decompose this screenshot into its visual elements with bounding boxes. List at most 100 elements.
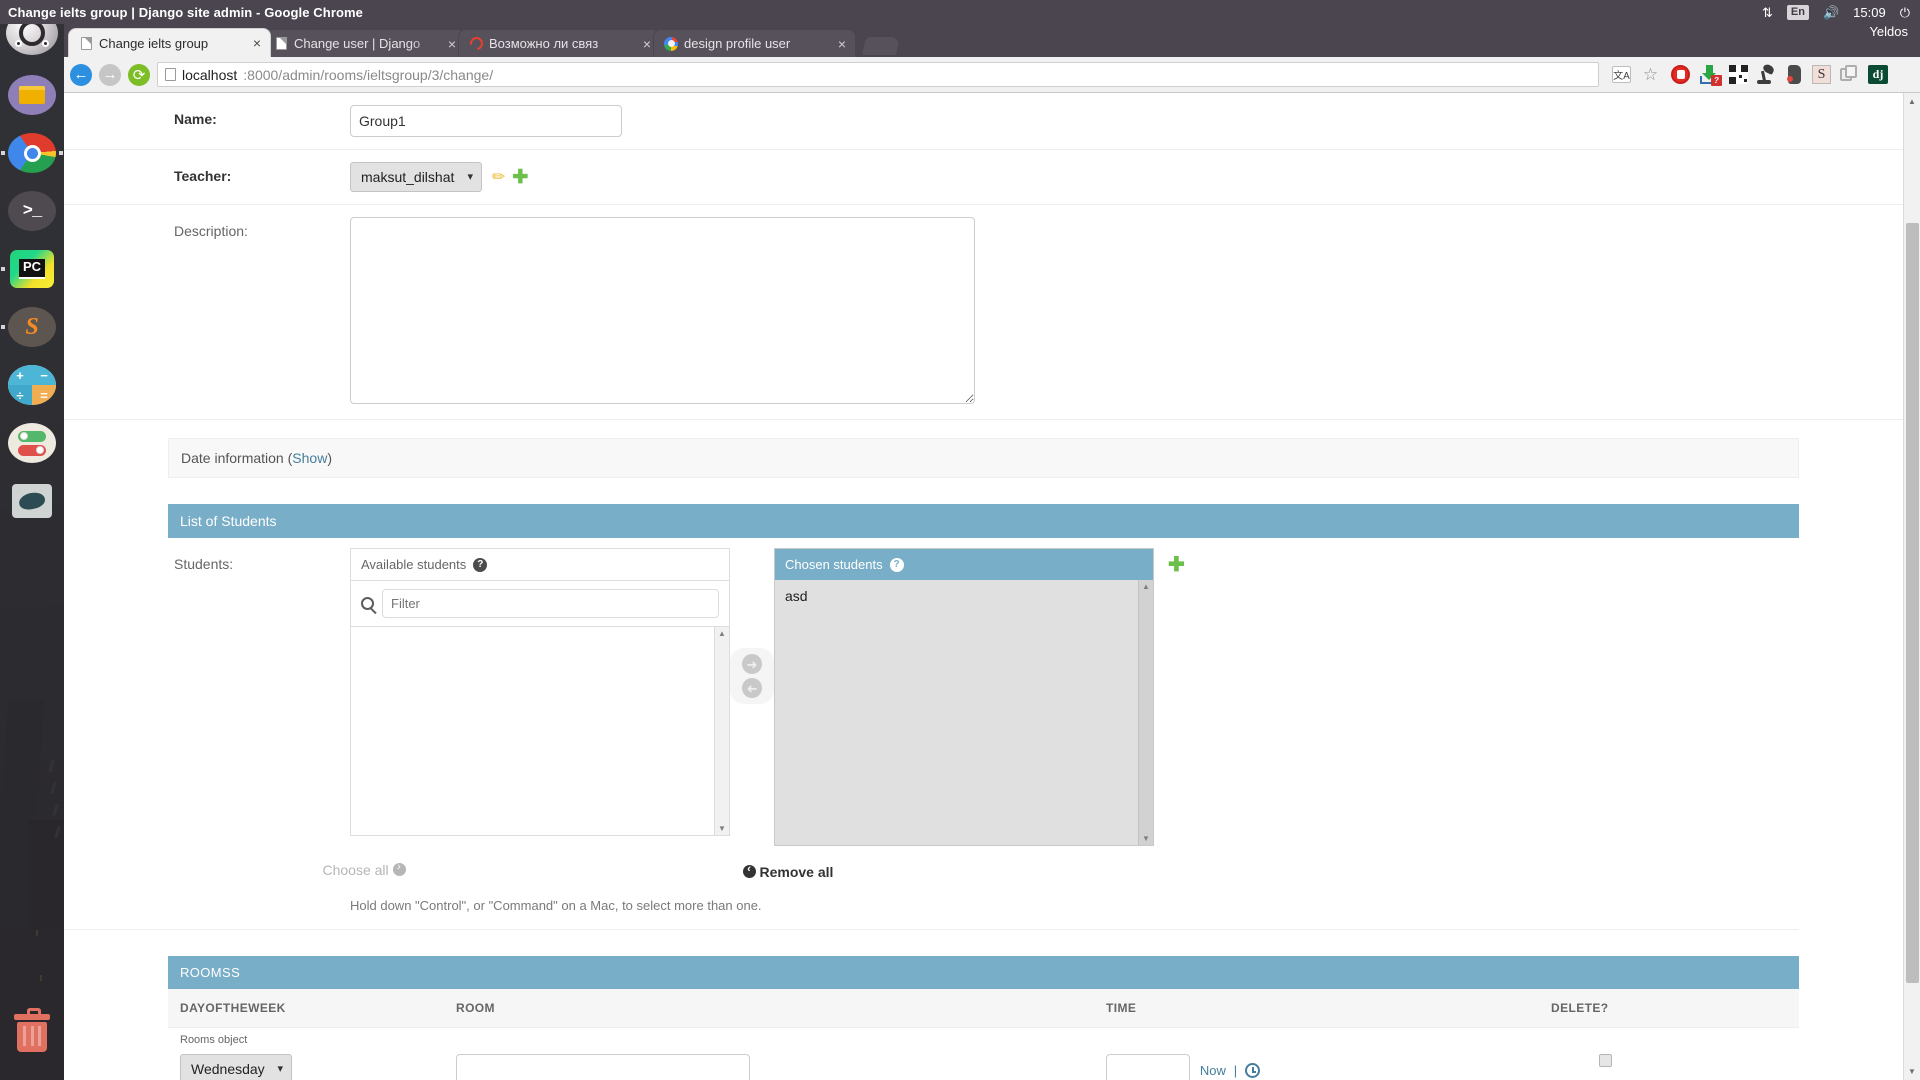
launcher-item-files[interactable]: [0, 66, 64, 124]
scroll-up-icon[interactable]: ▲: [718, 629, 726, 638]
new-tab-button[interactable]: [862, 37, 900, 55]
launcher-item-terminal[interactable]: >_: [0, 182, 64, 240]
cell-time: Now |: [1094, 1046, 1539, 1080]
launcher-item-sublime-text[interactable]: S: [0, 298, 64, 356]
tab-close-button[interactable]: ×: [640, 37, 654, 51]
clock[interactable]: 15:09: [1853, 5, 1886, 20]
column-header-room: ROOM: [444, 989, 1094, 1028]
launcher-item-amule[interactable]: [0, 472, 64, 530]
arrow-left-circle-icon[interactable]: ➜: [742, 678, 762, 698]
username-indicator[interactable]: Yeldos: [1869, 24, 1908, 39]
students-selector-row: Students: Available students ? Filter ▲ …: [64, 538, 1903, 846]
page-scrollbar[interactable]: ▲ ▼: [1903, 93, 1920, 1080]
scroll-up-icon[interactable]: ▲: [1904, 93, 1920, 110]
scroll-down-icon[interactable]: ▼: [1142, 834, 1150, 843]
clock-icon[interactable]: [1245, 1063, 1261, 1078]
launcher-running-pip: [1, 267, 5, 271]
paren-close: ): [327, 450, 332, 466]
extension-toolbar: 文A ☆ ? S dj: [1606, 63, 1914, 86]
chrome-browser-window: Change ielts group × Change user | Djang…: [64, 24, 1920, 1080]
translate-icon[interactable]: 文A: [1612, 66, 1631, 83]
scroll-up-icon[interactable]: ▲: [1142, 582, 1150, 591]
pycharm-badge: PC: [18, 258, 46, 280]
students-filter-input[interactable]: [382, 589, 719, 618]
scroll-down-icon[interactable]: ▼: [718, 824, 726, 833]
volume-icon[interactable]: 🔊: [1823, 6, 1839, 19]
table-row: Rooms object: [168, 1028, 1799, 1046]
qr-code-icon[interactable]: [1729, 65, 1748, 84]
scroll-down-icon[interactable]: ▼: [1904, 1063, 1920, 1080]
chosen-students-list[interactable]: asd ▲ ▼: [775, 580, 1153, 845]
browser-tab-1[interactable]: Change user | Django ×: [263, 29, 466, 57]
plus-icon[interactable]: ✚: [512, 166, 528, 189]
date-information-fieldset: Date information (Show): [168, 438, 1799, 478]
launcher-item-calculator[interactable]: + − ÷ =: [0, 356, 64, 414]
table-header-row: DAYOFTHEWEEK ROOM TIME DELETE?: [168, 989, 1799, 1028]
address-bar[interactable]: localhost:8000/admin/rooms/ieltsgroup/3/…: [157, 62, 1599, 87]
available-students-list[interactable]: ▲ ▼: [351, 627, 729, 835]
tab-close-button[interactable]: ×: [250, 36, 264, 50]
browser-tab-2[interactable]: Возможно ли связ ×: [458, 29, 661, 57]
chrome-icon: [8, 133, 56, 173]
list-of-students-heading: List of Students: [168, 504, 1799, 538]
tab-title: Возможно ли связ: [489, 36, 599, 51]
bookmark-star-icon[interactable]: ☆: [1640, 64, 1661, 85]
arrow-right-circle-icon[interactable]: ➜: [742, 654, 762, 674]
scrollbar-thumb[interactable]: [1906, 223, 1919, 983]
students-help-text: Hold down "Control", or "Command" on a M…: [64, 880, 1799, 930]
date-information-show-link[interactable]: Show: [292, 450, 327, 466]
power-session-icon[interactable]: ⏻: [1900, 6, 1910, 19]
system-settings-icon: [8, 423, 56, 463]
available-students-scrollbar[interactable]: ▲ ▼: [714, 627, 729, 835]
unity-launcher[interactable]: >_ PC S + − ÷ =: [0, 0, 64, 1080]
form-row-name: Name:: [64, 93, 1903, 150]
available-students-title: Available students: [361, 557, 467, 572]
name-input[interactable]: [350, 105, 622, 137]
launcher-item-pycharm[interactable]: PC: [0, 240, 64, 298]
tab-close-button[interactable]: ×: [835, 37, 849, 51]
dayoftheweek-select-wrapper[interactable]: Wednesday: [180, 1054, 292, 1080]
question-mark-icon[interactable]: ?: [473, 557, 488, 572]
choose-all-button[interactable]: Choose all: [174, 846, 554, 880]
remove-all-button[interactable]: Remove all: [598, 846, 978, 880]
list-item[interactable]: asd: [775, 586, 1153, 606]
chosen-students-scrollbar[interactable]: ▲ ▼: [1138, 580, 1153, 845]
network-updown-icon[interactable]: ⇅: [1762, 6, 1773, 19]
teacher-select[interactable]: maksut_dilshat: [350, 162, 482, 192]
time-now-link[interactable]: Now: [1200, 1063, 1226, 1078]
keyboard-layout-indicator[interactable]: En: [1786, 4, 1809, 20]
teacher-select-wrapper[interactable]: maksut_dilshat: [350, 162, 482, 192]
add-student-plus-icon[interactable]: ✚: [1168, 552, 1185, 577]
django-icon[interactable]: dj: [1868, 65, 1888, 84]
tab-close-button[interactable]: ×: [445, 37, 459, 51]
chrome-menu-icon[interactable]: [1897, 64, 1914, 85]
delete-checkbox[interactable]: [1599, 1054, 1612, 1067]
chosen-students-box: Chosen students ? asd ▲ ▼: [774, 548, 1154, 846]
launcher-item-trash[interactable]: [0, 1008, 64, 1066]
time-input[interactable]: [1106, 1054, 1190, 1080]
pencil-icon[interactable]: ✏: [492, 167, 505, 187]
room-input[interactable]: [456, 1054, 750, 1080]
question-mark-icon[interactable]: ?: [889, 557, 904, 572]
reload-icon[interactable]: ⟳: [128, 63, 150, 86]
calculator-icon: + − ÷ =: [8, 365, 56, 405]
back-arrow-icon[interactable]: ←: [70, 63, 92, 86]
browser-tab-0[interactable]: Change ielts group ×: [68, 28, 271, 57]
copy-pages-icon[interactable]: [1840, 65, 1859, 84]
description-textarea[interactable]: [350, 217, 975, 404]
launcher-item-chrome[interactable]: [0, 124, 64, 182]
page-info-icon[interactable]: [165, 68, 176, 81]
available-students-header: Available students ?: [351, 549, 729, 581]
forward-arrow-icon[interactable]: →: [99, 63, 121, 86]
adblock-icon[interactable]: [1670, 64, 1691, 85]
page-viewport: Name: Teacher: maksut_dilshat ✏ ✚: [64, 93, 1920, 1080]
browser-tab-3[interactable]: design profile user ×: [653, 29, 856, 57]
system-tray[interactable]: ⇅ En 🔊 15:09 ⏻: [1762, 4, 1920, 20]
launcher-item-system-settings[interactable]: [0, 414, 64, 472]
download-helper-icon[interactable]: ?: [1700, 65, 1722, 86]
evernote-icon[interactable]: [1785, 65, 1803, 84]
scribd-icon[interactable]: S: [1812, 65, 1831, 84]
students-label: Students:: [174, 556, 234, 572]
dayoftheweek-select[interactable]: Wednesday: [180, 1054, 292, 1080]
desk-lamp-icon[interactable]: [1757, 63, 1776, 84]
